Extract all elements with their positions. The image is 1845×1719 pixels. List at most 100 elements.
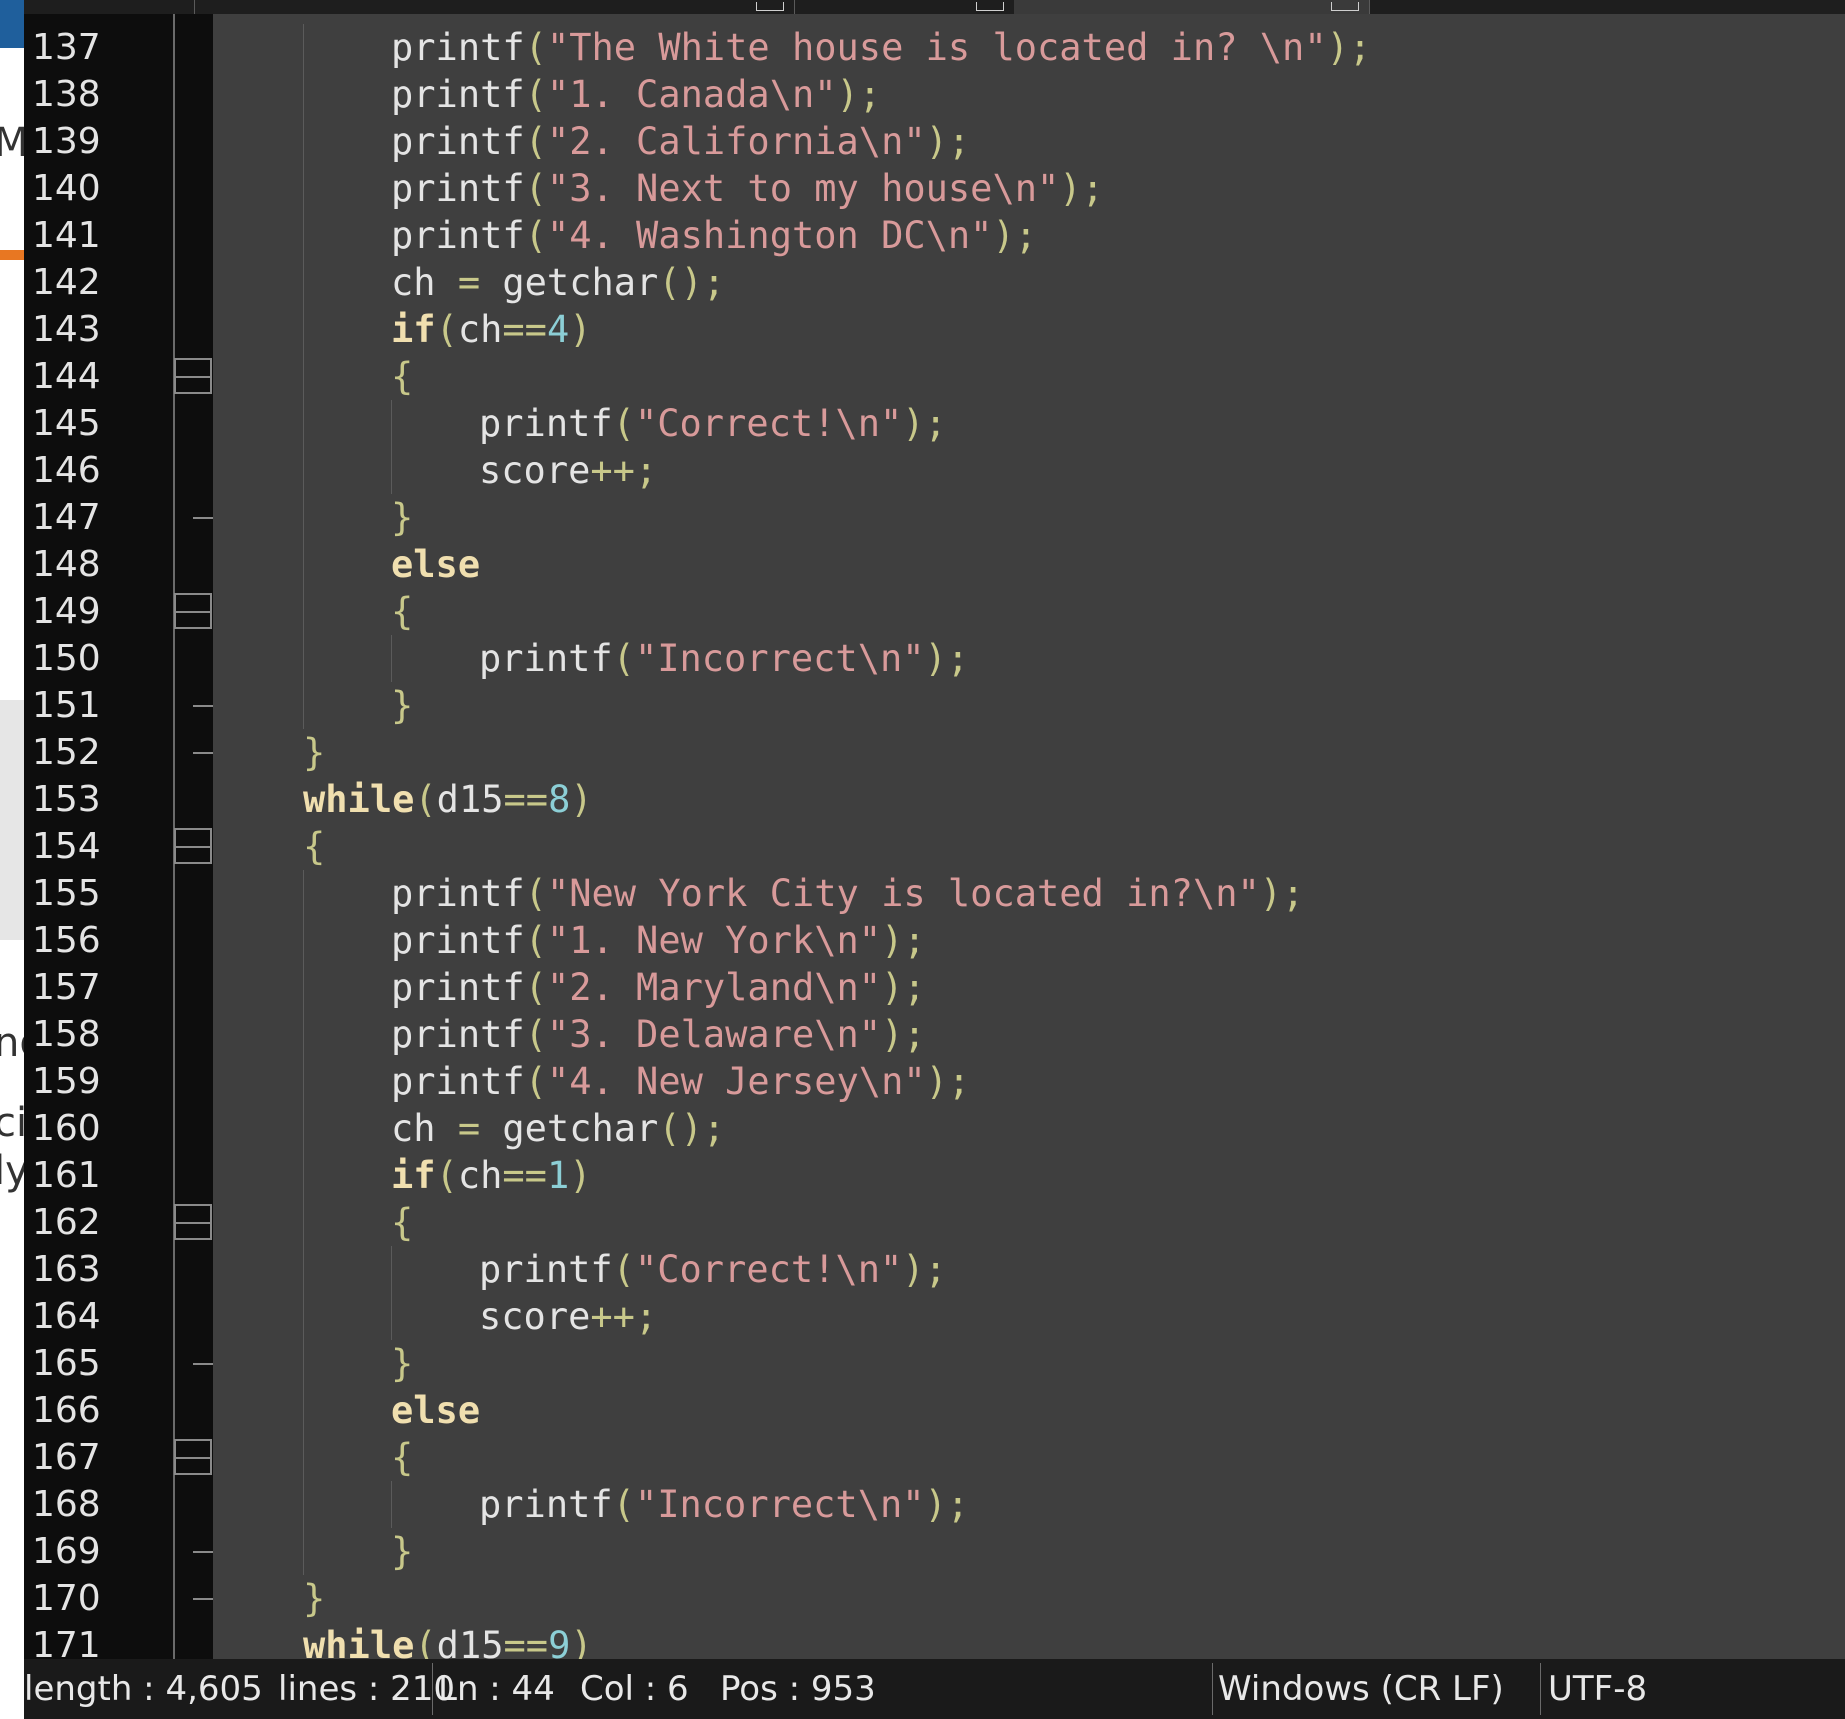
code-line[interactable]: 138 printf("1. Canada\n"); bbox=[24, 71, 1845, 118]
code-line[interactable]: 155 printf("New York City is located in?\… bbox=[24, 870, 1845, 917]
code-line[interactable]: 142 ch = getchar(); bbox=[24, 259, 1845, 306]
status-eol[interactable]: Windows (CR LF) bbox=[1218, 1659, 1504, 1719]
code-line[interactable]: 146 score++; bbox=[24, 447, 1845, 494]
status-ln: Ln : 44 bbox=[438, 1669, 555, 1709]
code-line[interactable]: 151} bbox=[24, 682, 1845, 729]
code-line[interactable]: 150 printf("Incorrect\n"); bbox=[24, 635, 1845, 682]
code-text: } bbox=[303, 1575, 325, 1622]
code-text: printf("Correct!\n"); bbox=[479, 400, 947, 447]
indent-guide bbox=[303, 1340, 304, 1387]
code-token: printf bbox=[479, 1483, 613, 1526]
code-line[interactable]: 164 score++; bbox=[24, 1293, 1845, 1340]
code-line[interactable]: 166 else bbox=[24, 1387, 1845, 1434]
code-token: 8 bbox=[548, 778, 571, 821]
code-line[interactable]: 140 printf("3. Next to my house\n"); bbox=[24, 165, 1845, 212]
code-line[interactable]: 141 printf("4. Washington DC\n"); bbox=[24, 212, 1845, 259]
indent-guide bbox=[303, 964, 304, 1011]
code-token: 1 bbox=[546, 1154, 570, 1197]
code-line[interactable]: 143 if(ch==4) bbox=[24, 306, 1845, 353]
line-number: 138 bbox=[32, 74, 101, 115]
file-tab[interactable] bbox=[194, 0, 795, 14]
code-token: printf bbox=[391, 919, 525, 962]
code-text: printf("3. Next to my house\n"); bbox=[391, 165, 1104, 212]
code-token: "3. Next to my house\n" bbox=[546, 167, 1060, 210]
code-token: } bbox=[391, 496, 414, 539]
indent-guide bbox=[303, 353, 304, 400]
code-line[interactable]: 148 else bbox=[24, 541, 1845, 588]
code-line[interactable]: 139 printf("2. California\n"); bbox=[24, 118, 1845, 165]
line-number: 169 bbox=[32, 1531, 101, 1572]
status-length: length : 4,605 bbox=[24, 1669, 263, 1709]
code-text: if(ch==4) bbox=[391, 306, 592, 353]
code-token: ); bbox=[881, 1013, 926, 1056]
code-line[interactable]: 149 { bbox=[24, 588, 1845, 635]
code-line[interactable]: 144 { bbox=[24, 353, 1845, 400]
code-line[interactable]: 167 { bbox=[24, 1434, 1845, 1481]
line-number: 143 bbox=[32, 309, 101, 350]
code-line[interactable]: 165} bbox=[24, 1340, 1845, 1387]
indent-guide bbox=[303, 1481, 304, 1528]
indent-guide bbox=[391, 447, 392, 494]
code-token: { bbox=[391, 355, 414, 398]
code-token: ( bbox=[524, 872, 547, 915]
line-number: 147 bbox=[32, 497, 101, 538]
code-text: printf("3. Delaware\n"); bbox=[391, 1011, 926, 1058]
code-text: printf("2. Maryland\n"); bbox=[391, 964, 926, 1011]
indent-guide bbox=[303, 1011, 304, 1058]
code-token: ); bbox=[925, 1060, 971, 1103]
code-line[interactable]: 137 printf("The White house is located in… bbox=[24, 24, 1845, 71]
code-line[interactable]: 170} bbox=[24, 1575, 1845, 1622]
code-token: printf bbox=[391, 966, 525, 1009]
code-line[interactable]: 157 printf("2. Maryland\n"); bbox=[24, 964, 1845, 1011]
line-number: 163 bbox=[32, 1249, 101, 1290]
line-number: 149 bbox=[32, 591, 101, 632]
code-line[interactable]: 169} bbox=[24, 1528, 1845, 1575]
code-token: ); bbox=[1059, 167, 1104, 210]
code-token: ); bbox=[902, 402, 947, 445]
line-number: 167 bbox=[32, 1437, 101, 1478]
code-line[interactable]: 160 ch = getchar(); bbox=[24, 1105, 1845, 1152]
code-token: } bbox=[391, 1530, 414, 1573]
indent-guide bbox=[303, 447, 304, 494]
code-line[interactable]: 154 { bbox=[24, 823, 1845, 870]
code-token: ( bbox=[524, 214, 547, 257]
code-line[interactable]: 156 printf("1. New York\n"); bbox=[24, 917, 1845, 964]
code-token: if bbox=[391, 1154, 436, 1197]
code-line[interactable]: 168 printf("Incorrect\n"); bbox=[24, 1481, 1845, 1528]
background-text-fragment: ng bbox=[0, 1020, 24, 1066]
code-line[interactable]: 162 { bbox=[24, 1199, 1845, 1246]
code-editor[interactable]: 137 printf("The White house is located in… bbox=[24, 14, 1845, 1667]
indent-guide bbox=[303, 588, 304, 635]
code-token: ch bbox=[457, 308, 503, 351]
code-line[interactable]: 163 printf("Correct!\n"); bbox=[24, 1246, 1845, 1293]
line-number: 153 bbox=[32, 779, 101, 820]
line-number: 137 bbox=[32, 27, 101, 68]
file-tab[interactable] bbox=[24, 0, 195, 14]
code-line[interactable]: 158 printf("3. Delaware\n"); bbox=[24, 1011, 1845, 1058]
code-token: == bbox=[502, 1154, 547, 1197]
code-text: } bbox=[391, 682, 413, 729]
indent-guide bbox=[391, 635, 392, 682]
code-line[interactable]: 153 while(d15==8) bbox=[24, 776, 1845, 823]
code-text: score++; bbox=[479, 1293, 657, 1340]
indent-guide bbox=[303, 1199, 304, 1246]
code-text: } bbox=[391, 1340, 413, 1387]
indent-guide bbox=[303, 1528, 304, 1575]
indent-guide bbox=[303, 1387, 304, 1434]
code-token: } bbox=[303, 731, 326, 774]
code-token: ); bbox=[836, 73, 882, 116]
line-number: 155 bbox=[32, 873, 101, 914]
code-text: } bbox=[303, 729, 325, 776]
code-line[interactable]: 145 printf("Correct!\n"); bbox=[24, 400, 1845, 447]
file-tab[interactable] bbox=[794, 0, 1015, 14]
code-line[interactable]: 159 printf("4. New Jersey\n"); bbox=[24, 1058, 1845, 1105]
code-line[interactable]: 152} bbox=[24, 729, 1845, 776]
line-number: 139 bbox=[32, 121, 101, 162]
code-token: getchar bbox=[480, 1107, 659, 1150]
code-line[interactable]: 147} bbox=[24, 494, 1845, 541]
code-line[interactable]: 161 if(ch==1) bbox=[24, 1152, 1845, 1199]
code-token: ( bbox=[612, 1483, 635, 1526]
background-window-strip: M ng ci ly bbox=[0, 0, 24, 1719]
file-tab-active[interactable] bbox=[1014, 0, 1370, 14]
status-encoding[interactable]: UTF-8 bbox=[1548, 1659, 1647, 1719]
